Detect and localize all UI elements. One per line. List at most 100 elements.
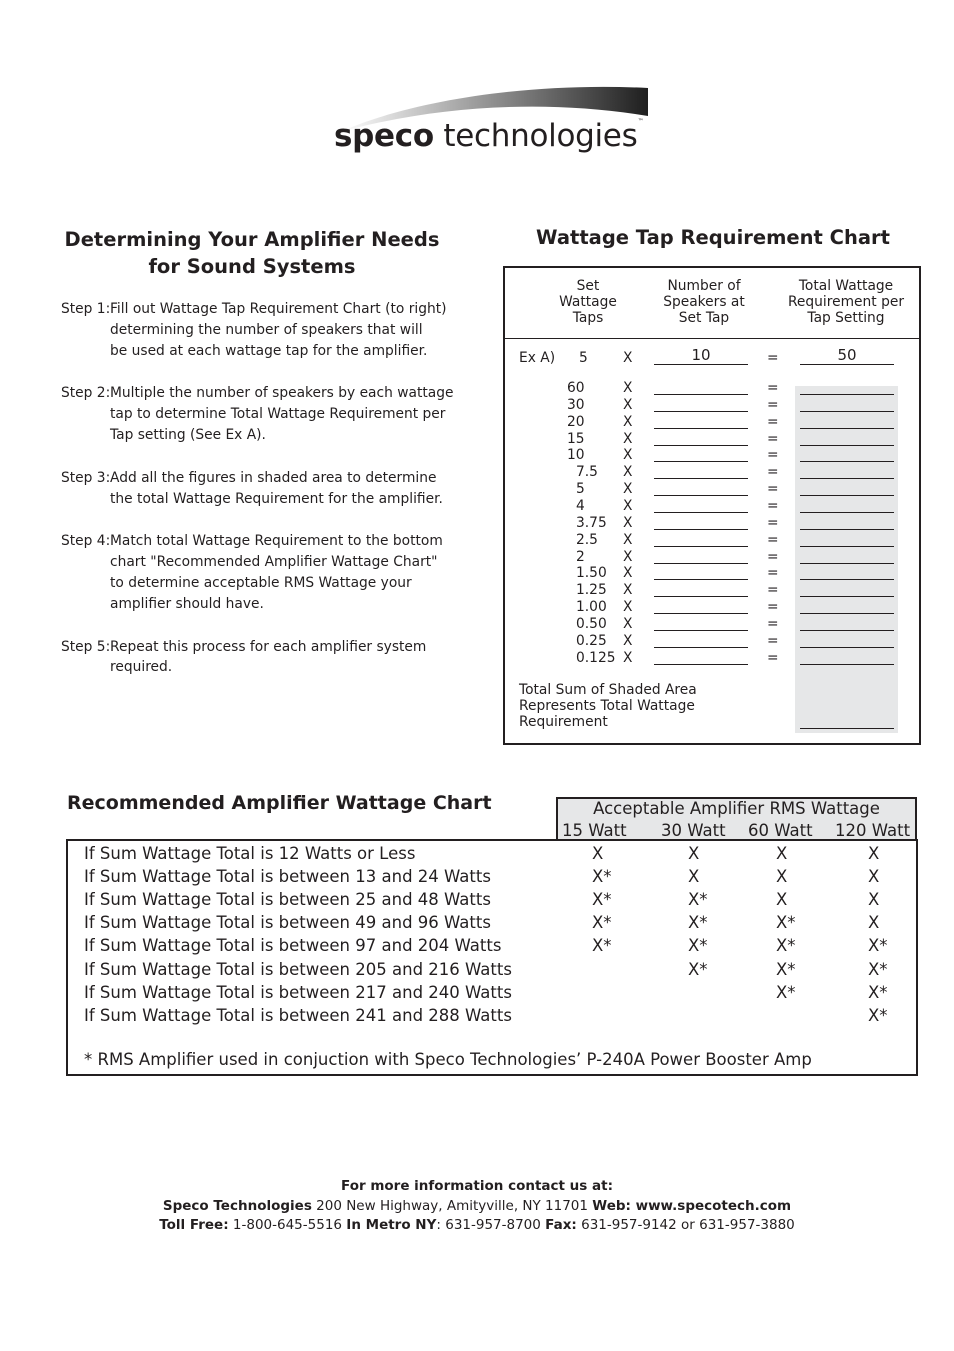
rms-group-header: Acceptable Amplifier RMS Wattage (593, 799, 880, 818)
speakers-input-line[interactable] (654, 646, 748, 648)
tap-value: 15 (567, 430, 585, 447)
tap-value: 3.75 (576, 514, 607, 531)
times-symbol: X (623, 582, 633, 599)
step-text: Multiple the number of speakers by each … (110, 385, 454, 443)
total-input-line[interactable] (800, 511, 894, 513)
website-link[interactable]: Web: www.specotech.com (592, 1198, 791, 1214)
total-sum-field[interactable] (800, 728, 894, 729)
tap-row: 1.00 X = (505, 599, 919, 616)
speakers-input-line[interactable] (654, 596, 748, 598)
tap-value: 10 (567, 447, 585, 464)
tap-row: 0.25 X = (505, 633, 919, 650)
total-input-line[interactable] (800, 394, 894, 395)
total-input-line[interactable] (800, 579, 894, 581)
tap-row: 5 X = (505, 481, 919, 498)
column-60-watt: 60 Watt (748, 821, 813, 840)
total-input-line[interactable] (800, 545, 894, 547)
speakers-input-line[interactable] (654, 427, 748, 429)
total-input-line[interactable] (800, 444, 894, 446)
total-input-line[interactable] (800, 596, 894, 598)
tap-chart: Set Wattage Taps Number of Speakers at S… (503, 266, 921, 745)
tap-row: 4 X = (505, 498, 919, 515)
tap-value: 5 (576, 481, 585, 498)
compatibility-mark: X* (592, 890, 612, 910)
times-symbol: X (623, 548, 633, 565)
speakers-input-line[interactable] (654, 478, 748, 480)
speco-logo: speco technologies™ (332, 80, 652, 158)
step-3: Step 3: Add all the figures in shaded are… (61, 468, 456, 510)
example-label: Ex A) (519, 350, 556, 366)
times-symbol: X (623, 497, 633, 514)
tap-value: 30 (567, 396, 585, 413)
compatibility-mark: X (868, 913, 880, 933)
equals-symbol: = (767, 430, 779, 447)
speakers-input-line[interactable] (654, 663, 748, 665)
wattage-condition: If Sum Wattage Total is between 25 and 4… (84, 890, 491, 910)
tap-row: 10 X = (505, 447, 919, 464)
equals-symbol: = (767, 447, 779, 464)
fax-label: Fax: (545, 1217, 577, 1233)
total-input-line[interactable] (800, 427, 894, 429)
speakers-input-line[interactable] (654, 461, 748, 463)
example-tap: 5 (579, 350, 588, 366)
tap-chart-title: Wattage Tap Requirement Chart (536, 226, 890, 249)
wattage-condition: If Sum Wattage Total is between 13 and 2… (84, 867, 491, 887)
rms-wattage-header: Acceptable Amplifier RMS Wattage 15 Watt… (556, 797, 917, 840)
column-30-watt: 30 Watt (661, 821, 726, 840)
logo-brand-bold: speco (334, 118, 434, 154)
times-symbol: X (623, 380, 633, 396)
recommended-row: If Sum Wattage Total is between 49 and 9… (84, 911, 914, 934)
total-input-line[interactable] (800, 478, 894, 480)
speakers-input-line[interactable] (654, 562, 748, 564)
compatibility-mark: X* (776, 982, 796, 1002)
speakers-input-line[interactable] (654, 528, 748, 530)
trademark-mark: ™ (637, 118, 644, 125)
speakers-input-line[interactable] (654, 495, 748, 497)
equals-symbol: = (767, 531, 779, 548)
recommended-row: If Sum Wattage Total is between 25 and 4… (84, 888, 914, 911)
total-input-line[interactable] (800, 461, 894, 463)
wattage-condition: If Sum Wattage Total is between 49 and 9… (84, 913, 491, 933)
total-input-line[interactable] (800, 528, 894, 530)
speakers-input-line[interactable] (654, 613, 748, 615)
equals-symbol: = (767, 396, 779, 413)
total-input-line[interactable] (800, 410, 894, 412)
speakers-input-line[interactable] (654, 629, 748, 631)
example-total: 50 (837, 346, 857, 364)
total-input-line[interactable] (800, 646, 894, 648)
speakers-input-line[interactable] (654, 410, 748, 412)
step-1: Step 1: Fill out Wattage Tap Requirement … (61, 299, 456, 361)
instruction-steps: Step 1: Fill out Wattage Tap Requirement … (61, 299, 456, 700)
tap-value: 4 (576, 497, 585, 514)
contact-footer: For more information contact us at: Spec… (0, 1177, 954, 1236)
times-symbol: X (623, 514, 633, 531)
compatibility-mark: X* (868, 1005, 888, 1025)
equals-symbol: = (767, 599, 779, 616)
tap-row: 20 X = (505, 414, 919, 431)
instructions-title-line2: for Sound Systems (148, 255, 356, 278)
recommended-row: If Sum Wattage Total is between 205 and … (84, 958, 914, 981)
tap-row: 2 X = (505, 549, 919, 566)
total-input-line[interactable] (800, 495, 894, 497)
step-label: Step 4: (61, 533, 111, 550)
speakers-input-line[interactable] (654, 394, 748, 395)
tap-row: 7.5 X = (505, 464, 919, 481)
equals-symbol: = (767, 413, 779, 430)
speakers-input-line[interactable] (654, 579, 748, 581)
metro-number: : 631-957-8700 (436, 1217, 546, 1233)
step-5: Step 5: Repeat this process for each ampl… (61, 637, 456, 679)
speakers-input-line[interactable] (654, 444, 748, 446)
tap-row: 2.5 X = (505, 532, 919, 549)
step-2: Step 2: Multiple the number of speakers b… (61, 383, 456, 445)
speakers-input-line[interactable] (654, 545, 748, 547)
compatibility-mark: X* (688, 959, 708, 979)
equals-symbol: = (767, 380, 779, 396)
tap-value: 2.5 (576, 531, 598, 548)
total-input-line[interactable] (800, 629, 894, 631)
compatibility-mark: X* (868, 959, 888, 979)
wattage-condition: If Sum Wattage Total is 12 Watts or Less (84, 844, 416, 863)
total-input-line[interactable] (800, 613, 894, 615)
speakers-input-line[interactable] (654, 511, 748, 513)
total-input-line[interactable] (800, 562, 894, 564)
total-input-line[interactable] (800, 663, 894, 665)
